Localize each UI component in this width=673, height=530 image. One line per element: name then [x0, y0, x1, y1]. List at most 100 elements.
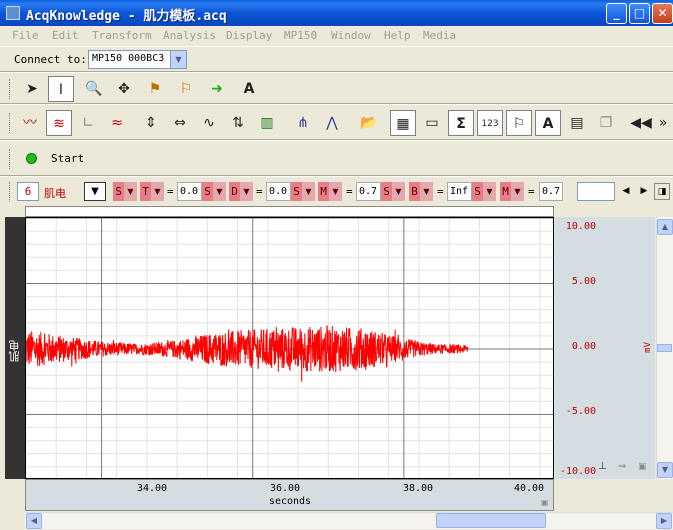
measurement-type-selector[interactable]: T [140, 182, 151, 201]
horizontal-position-field[interactable] [577, 182, 615, 201]
axis-scale-icon[interactable]: ⊥ [598, 461, 614, 475]
chevron-down-icon[interactable]: ▼ [392, 182, 405, 201]
sigma-icon[interactable]: Σ [448, 110, 474, 136]
channel-dropdown[interactable]: ▼ [84, 182, 106, 201]
autoscale-waveform-icon[interactable]: ∿ [196, 110, 222, 136]
more-chevron-icon[interactable]: » [654, 110, 672, 136]
menu-window[interactable]: Window [331, 29, 371, 42]
arrow-pointer-icon[interactable]: ➤ [19, 76, 45, 102]
grid-icon[interactable]: ▦ [390, 110, 416, 136]
toolbar-grip[interactable] [9, 113, 12, 133]
trigger-peak-icon[interactable]: ⋀ [319, 110, 345, 136]
journal-icon[interactable]: ▤ [564, 110, 590, 136]
connect-value: MP150 000BC3 [92, 53, 165, 64]
menu-file[interactable]: File [12, 29, 39, 42]
measurement-equals: = [256, 185, 263, 198]
channel-number[interactable]: 6 [17, 182, 39, 201]
event-bar[interactable] [25, 206, 554, 217]
wave-stack-icon[interactable]: ≋ [46, 110, 72, 136]
measurement-channel-selector[interactable]: S [381, 182, 392, 201]
measurement-value: 0.7 [356, 182, 381, 201]
zoom-magnifier-icon[interactable]: 🔍 [81, 76, 107, 102]
scroll-right-icon[interactable]: ▶ [656, 513, 672, 529]
ruler-icon[interactable]: ▭ [419, 110, 445, 136]
menu-edit[interactable]: Edit [52, 29, 79, 42]
measurement-type-selector[interactable]: M [500, 182, 511, 201]
measurement-channel-selector[interactable]: S [472, 182, 483, 201]
trigger-up-icon[interactable]: ⋔ [290, 110, 316, 136]
toolbar-grip[interactable] [9, 79, 12, 99]
chevron-down-icon[interactable]: ▼ [329, 182, 342, 201]
horizontal-scrollbar[interactable] [25, 512, 673, 529]
maximize-button[interactable]: □ [629, 3, 650, 24]
horizontal-scroll-thumb[interactable] [436, 513, 546, 528]
fit-icon[interactable]: ⇅ [225, 110, 251, 136]
annotation-a-icon[interactable]: A [236, 76, 262, 102]
xy-plot-icon[interactable]: ∟ [75, 110, 101, 136]
copy-icon[interactable]: ❐ [593, 110, 619, 136]
chevron-down-icon[interactable]: ▼ [170, 51, 186, 68]
vertical-scroll-thumb[interactable] [657, 344, 672, 352]
measurement-channel-selector[interactable]: S [113, 182, 124, 201]
chevron-down-icon[interactable]: ▼ [151, 182, 164, 201]
menu-transform[interactable]: Transform [92, 29, 152, 42]
channel-name: 肌电 [44, 187, 66, 200]
scroll-down-icon[interactable]: ▼ [657, 462, 673, 478]
window-title: AcqKnowledge - 肌力模板.acq [26, 9, 227, 24]
menu-help[interactable]: Help [384, 29, 411, 42]
flag-icon[interactable]: ⚐ [506, 110, 532, 136]
i-beam-cursor-icon[interactable]: I [48, 76, 74, 102]
menu-analysis[interactable]: Analysis [163, 29, 216, 42]
bar-chart-icon[interactable]: ▥ [254, 110, 280, 136]
x-tick-label: 38.00 [402, 483, 434, 494]
chevron-down-icon[interactable]: ▼ [213, 182, 226, 201]
y-tick-label: 10.00 [565, 221, 596, 232]
measurement-type-selector[interactable]: B [409, 182, 420, 201]
flag-marker-icon[interactable]: ⚑ [142, 76, 168, 102]
open-folder-icon[interactable]: 📂 [356, 110, 382, 136]
menu-mp150[interactable]: MP150 [284, 29, 317, 42]
measurement-value: 0.0 [177, 182, 202, 201]
lock-icon[interactable]: ▣ [541, 498, 551, 508]
axis-arrow-icon[interactable]: ⇒ [618, 461, 632, 475]
green-arrow-icon[interactable]: ➜ [204, 76, 230, 102]
move-cross-icon[interactable]: ✥ [111, 76, 137, 102]
toolbar-grip[interactable] [9, 182, 12, 202]
x-axis-label: seconds [268, 496, 312, 507]
close-button[interactable]: ✕ [652, 3, 673, 24]
minimize-button[interactable]: _ [606, 3, 627, 24]
flag-dropdown-icon[interactable]: ⚐ [173, 76, 199, 102]
lock-icon[interactable]: ▣ [638, 462, 648, 474]
menu-display[interactable]: Display [226, 29, 272, 42]
start-status-icon[interactable] [26, 153, 37, 164]
measurement-type-selector[interactable]: D [229, 182, 240, 201]
wave-overlap-icon[interactable]: 〰 [17, 110, 43, 136]
value-123-icon[interactable]: 123 [477, 110, 503, 136]
chevron-down-icon[interactable]: ▼ [483, 182, 496, 201]
chevron-down-icon[interactable]: ▼ [240, 182, 253, 201]
wave-multi-icon[interactable]: ≈ [104, 110, 130, 136]
chevron-down-icon[interactable]: ▼ [420, 182, 433, 201]
autoscale-horizontal-icon[interactable]: ⇔ [167, 110, 193, 136]
rewind-icon[interactable]: ◀◀ [628, 110, 654, 136]
graph-options-icon[interactable]: ◨ [654, 183, 670, 200]
measurement-channel-selector[interactable]: S [291, 182, 302, 201]
scroll-up-icon[interactable]: ▲ [657, 219, 673, 235]
measurement-channel-selector[interactable]: S [202, 182, 213, 201]
autoscale-vertical-icon[interactable]: ⇕ [138, 110, 164, 136]
toolbar-grip[interactable] [9, 149, 12, 169]
scroll-right-icon[interactable]: ▶ [636, 183, 652, 200]
waveform-svg[interactable] [26, 218, 554, 479]
menu-media[interactable]: Media [423, 29, 456, 42]
connect-select[interactable]: MP150 000BC3 ▼ [88, 50, 187, 69]
scroll-left-icon[interactable]: ◀ [618, 183, 634, 200]
chevron-down-icon[interactable]: ▼ [124, 182, 137, 201]
chevron-down-icon[interactable]: ▼ [511, 182, 524, 201]
channel-side-label: 肌电 [8, 340, 21, 362]
start-button[interactable]: Start [51, 152, 84, 165]
plot-area[interactable] [25, 217, 554, 479]
measurement-type-selector[interactable]: M [318, 182, 329, 201]
chevron-down-icon[interactable]: ▼ [302, 182, 315, 201]
text-a-icon[interactable]: A [535, 110, 561, 136]
scroll-left-icon[interactable]: ◀ [26, 513, 42, 529]
